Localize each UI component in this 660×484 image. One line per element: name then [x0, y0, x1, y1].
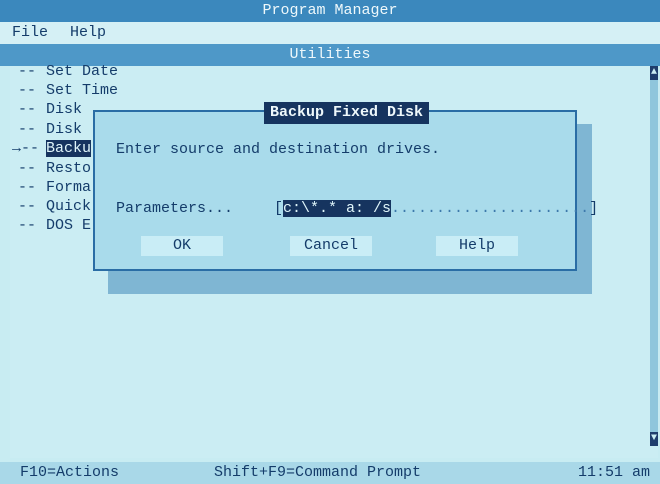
- program-item-quick[interactable]: -- Quick: [18, 197, 91, 216]
- program-label: Forma: [46, 179, 92, 196]
- program-label: Disk: [46, 101, 83, 118]
- item-marker: --: [18, 198, 37, 215]
- item-marker: --: [18, 82, 37, 99]
- item-marker: --: [18, 63, 37, 80]
- ok-button[interactable]: OK: [141, 236, 223, 256]
- app-title-bar: Program Manager: [0, 0, 660, 22]
- dialog-title: Backup Fixed Disk: [264, 102, 430, 124]
- program-item-disk-2[interactable]: -- Disk: [18, 120, 82, 139]
- program-label: Set Date: [46, 63, 119, 80]
- menu-bar: File Help: [0, 22, 660, 44]
- parameters-label: Parameters...: [116, 200, 234, 217]
- program-item-format[interactable]: -- Forma: [18, 178, 91, 197]
- item-marker: --: [18, 179, 37, 196]
- item-marker: --: [18, 217, 37, 234]
- field-fill-dots: ......................: [391, 200, 590, 217]
- program-item-disk-1[interactable]: -- Disk: [18, 100, 82, 119]
- parameters-value: c:\*.* a: /s: [283, 200, 392, 217]
- field-close-bracket: ]: [589, 200, 599, 217]
- program-label: Backu: [46, 140, 92, 157]
- scroll-down-arrow-icon[interactable]: ▼: [650, 432, 658, 446]
- menu-file[interactable]: File: [8, 22, 52, 44]
- dialog-instruction: Enter source and destination drives.: [116, 141, 441, 158]
- help-button[interactable]: Help: [436, 236, 518, 256]
- scroll-up-arrow-icon[interactable]: ▲: [650, 66, 658, 80]
- app-title: Program Manager: [262, 2, 398, 19]
- program-item-dos-editor[interactable]: -- DOS E: [18, 216, 91, 235]
- command-prompt-key[interactable]: Shift+F9=Command Prompt: [214, 462, 421, 484]
- f10-actions-key[interactable]: F10=Actions: [20, 462, 119, 484]
- program-item-restore[interactable]: -- Resto: [18, 159, 91, 178]
- program-item-set-date[interactable]: -- Set Date: [18, 62, 118, 81]
- program-label: Disk: [46, 121, 83, 138]
- status-bar: F10=Actions Shift+F9=Command Prompt 11:5…: [0, 462, 660, 484]
- program-label: DOS E: [46, 217, 92, 234]
- group-title: Utilities: [289, 46, 371, 63]
- program-label: Resto: [46, 160, 92, 177]
- item-marker: --: [18, 101, 37, 118]
- cancel-button[interactable]: Cancel: [290, 236, 372, 256]
- item-marker: --: [18, 160, 37, 177]
- program-label: Set Time: [46, 82, 119, 99]
- item-marker: --: [18, 121, 37, 138]
- program-item-set-time[interactable]: -- Set Time: [18, 81, 118, 100]
- program-label: Quick: [46, 198, 92, 215]
- program-item-backup[interactable]: →-- Backu: [12, 139, 92, 158]
- parameters-input[interactable]: [c:\*.* a: /s......................]: [274, 199, 598, 219]
- clock: 11:51 am: [577, 464, 650, 481]
- menu-help[interactable]: Help: [66, 22, 110, 44]
- selection-arrow-marker: →--: [12, 140, 40, 157]
- vertical-scrollbar[interactable]: [650, 66, 658, 446]
- field-open-bracket: [: [274, 200, 284, 217]
